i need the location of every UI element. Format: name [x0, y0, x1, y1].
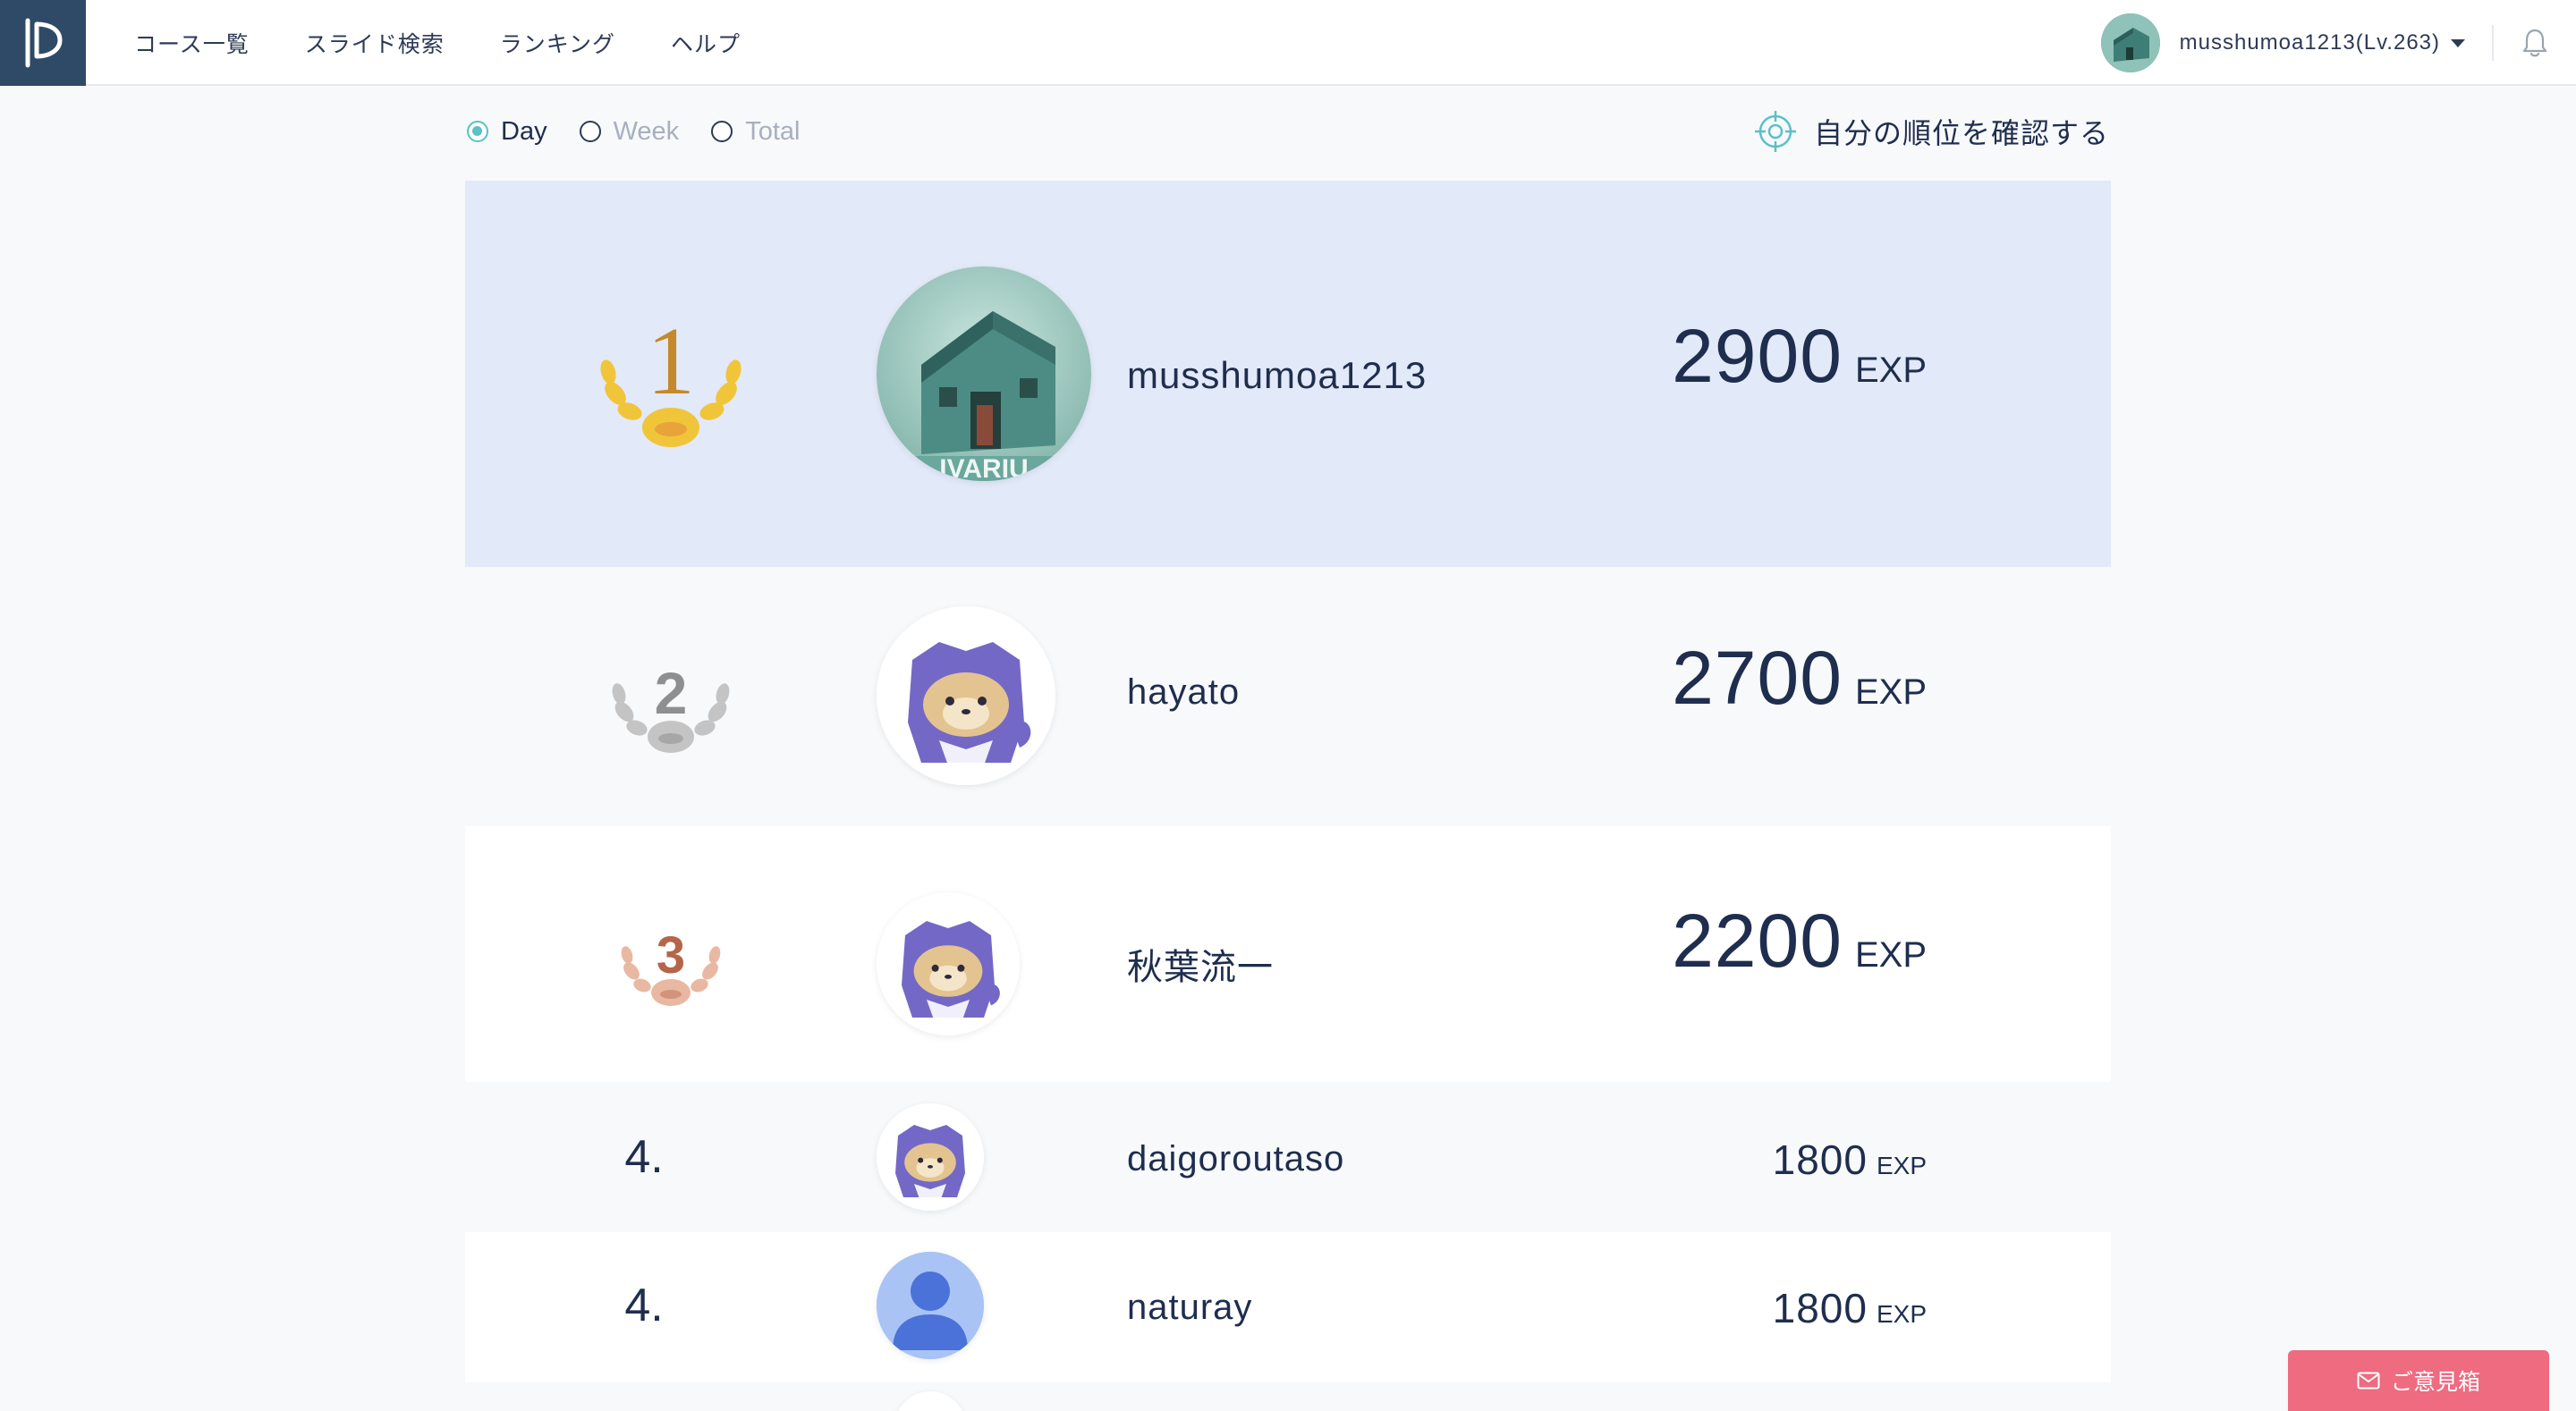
main-nav: コース一覧 スライド検索 ランキング ヘルプ: [134, 0, 741, 86]
score-value: 2900: [1672, 314, 1843, 398]
radio-total-indicator[interactable]: [711, 121, 733, 142]
ranking-row-3: 3 秋葉流一 2200 EXP: [465, 826, 2111, 1082]
ranking-row-5: 4. naturay 1800 EXP: [465, 1232, 2111, 1382]
avatar[interactable]: [2100, 13, 2160, 72]
score-unit: EXP: [1876, 1300, 1927, 1328]
ranking-row-4: 4. daigoroutaso 1800 EXP: [465, 1082, 2111, 1232]
user-name[interactable]: naturay: [1127, 1288, 1252, 1328]
svg-text:IVARIU: IVARIU: [939, 454, 1028, 481]
radio-week[interactable]: Week: [579, 117, 680, 147]
score-value: 1800: [1772, 1136, 1868, 1183]
rank-3-label: 3: [657, 926, 685, 984]
radio-week-label[interactable]: Week: [614, 117, 680, 147]
default-user-icon: [877, 1252, 984, 1359]
rank-2-label: 2: [655, 660, 688, 726]
score-value: 1800: [1772, 1285, 1868, 1331]
rank-number: 4.: [624, 1131, 664, 1183]
divider: [2492, 25, 2494, 61]
bell-icon[interactable]: [2521, 27, 2549, 59]
bronze-medal-icon: 3: [612, 912, 730, 1015]
ranking-row-2: 2 hayato 2700 EXP: [465, 567, 2111, 826]
house-avatar-icon: IVARIU: [877, 266, 1091, 481]
avatar[interactable]: [894, 1391, 966, 1411]
user-name[interactable]: musshumoa1213: [1127, 354, 1427, 397]
score-unit: EXP: [1876, 1152, 1927, 1179]
avatar[interactable]: [877, 1103, 984, 1211]
nav-slide-search[interactable]: スライド検索: [305, 27, 445, 59]
my-rank-label[interactable]: 自分の順位を確認する: [1814, 111, 2109, 152]
rank-1-label: 1: [647, 308, 695, 415]
feedback-button[interactable]: ご意見箱: [2288, 1350, 2549, 1411]
avatar[interactable]: [877, 606, 1055, 785]
ranking-row-partial: [465, 1382, 2111, 1411]
radio-day-label[interactable]: Day: [501, 117, 547, 147]
silver-medal-icon: 2: [601, 640, 741, 761]
score: 1800 EXP: [1773, 1136, 1927, 1184]
score: 2700 EXP: [1672, 635, 1927, 722]
avatar[interactable]: IVARIU: [877, 266, 1091, 481]
app-logo[interactable]: [0, 0, 86, 86]
gold-medal-icon: 1: [589, 295, 753, 457]
score-unit: EXP: [1854, 351, 1927, 390]
score-value: 2200: [1672, 899, 1843, 983]
top-header: コース一覧 スライド検索 ランキング ヘルプ musshumoa1213(Lv.…: [0, 0, 2576, 86]
user-name[interactable]: 秋葉流一: [1127, 938, 1274, 990]
radio-day[interactable]: Day: [467, 117, 547, 147]
feedback-label[interactable]: ご意見箱: [2391, 1365, 2480, 1397]
period-filter: Day Week Total: [467, 109, 800, 154]
radio-week-indicator[interactable]: [579, 121, 601, 142]
ranking-list: 1 IVARIU musshumoa1213 2900 EXP 2 hayato…: [465, 181, 2111, 1411]
user-name-level[interactable]: musshumoa1213(Lv.263): [2180, 30, 2440, 55]
radio-day-indicator[interactable]: [467, 121, 488, 142]
house-avatar-icon: [2100, 13, 2160, 72]
nav-ranking[interactable]: ランキング: [500, 27, 615, 59]
score-value: 2700: [1672, 636, 1843, 720]
user-name[interactable]: hayato: [1127, 672, 1240, 713]
mascot-avatar-icon: [877, 606, 1055, 785]
target-icon: [1754, 111, 1796, 152]
score-unit: EXP: [1854, 935, 1927, 975]
mascot-avatar-icon: [877, 892, 1020, 1035]
score-unit: EXP: [1854, 672, 1927, 712]
radio-total-label[interactable]: Total: [745, 117, 800, 147]
logo-icon: [25, 18, 63, 68]
chevron-down-icon[interactable]: [2451, 38, 2465, 47]
radio-total[interactable]: Total: [711, 117, 800, 147]
ranking-row-1: 1 IVARIU musshumoa1213 2900 EXP: [465, 181, 2111, 567]
score: 2200 EXP: [1672, 898, 1927, 984]
my-rank-link[interactable]: 自分の順位を確認する: [1753, 109, 2109, 154]
avatar[interactable]: [877, 892, 1020, 1035]
mascot-avatar-icon: [877, 1103, 984, 1211]
user-name[interactable]: daigoroutaso: [1127, 1139, 1344, 1179]
score: 1800 EXP: [1773, 1284, 1927, 1332]
user-menu[interactable]: musshumoa1213(Lv.263): [2100, 0, 2576, 86]
avatar[interactable]: [877, 1252, 984, 1359]
nav-help[interactable]: ヘルプ: [671, 27, 741, 59]
score: 2900 EXP: [1672, 313, 1927, 400]
mail-icon: [2357, 1372, 2380, 1390]
nav-courses[interactable]: コース一覧: [134, 27, 250, 59]
rank-number: 4.: [624, 1280, 664, 1331]
